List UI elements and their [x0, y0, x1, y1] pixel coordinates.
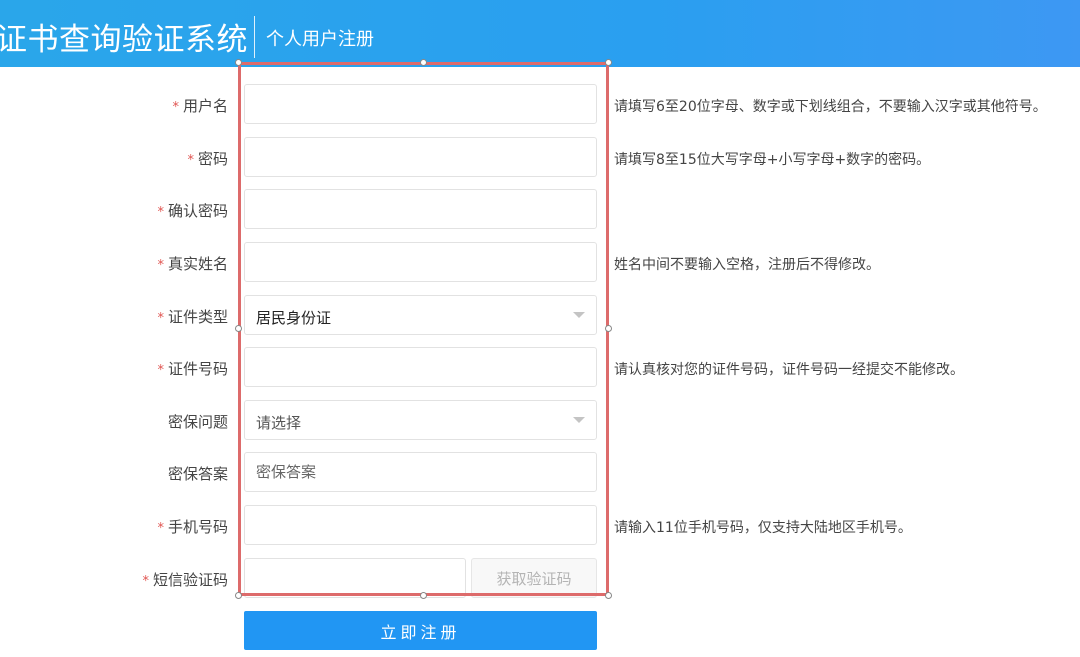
required-mark: * [157, 521, 164, 536]
confirm-password-field[interactable] [244, 189, 597, 229]
header-divider [254, 16, 255, 58]
real-name-input[interactable] [245, 243, 596, 281]
security-question-select[interactable]: 请选择 [244, 400, 597, 440]
required-mark: * [172, 100, 179, 115]
password-label: * 密码 [187, 150, 228, 168]
id-type-label: * 证件类型 [157, 308, 228, 326]
sms-code-input[interactable] [245, 559, 465, 597]
security-answer-field[interactable] [244, 452, 597, 492]
sms-code-label: * 短信验证码 [142, 571, 228, 589]
id-number-label: * 证件号码 [157, 360, 228, 378]
password-field[interactable] [244, 137, 597, 177]
required-mark: * [187, 153, 194, 168]
app-title: 证书查询验证系统 [0, 22, 248, 58]
id-type-select[interactable]: 居民身份证 [244, 295, 597, 335]
register-button[interactable]: 立即注册 [244, 611, 597, 650]
password-hint: 请填写8至15位大写字母+小写字母+数字的密码。 [614, 152, 931, 168]
resize-handle-top[interactable] [420, 59, 427, 66]
id-number-input[interactable] [245, 348, 596, 386]
required-mark: * [142, 574, 149, 589]
get-sms-code-button[interactable]: 获取验证码 [471, 558, 597, 598]
id-type-value: 居民身份证 [256, 309, 332, 327]
confirm-password-input[interactable] [245, 190, 596, 228]
password-input[interactable] [245, 138, 596, 176]
username-input[interactable] [245, 85, 596, 123]
required-mark: * [157, 205, 164, 220]
required-mark: * [157, 258, 164, 273]
required-mark: * [157, 311, 164, 326]
caret-down-icon [573, 312, 585, 318]
confirm-password-label: * 确认密码 [157, 202, 228, 220]
resize-handle-bottom[interactable] [420, 592, 427, 599]
username-label: * 用户名 [172, 97, 228, 115]
phone-input[interactable] [245, 506, 596, 544]
page-title: 个人用户注册 [266, 29, 374, 50]
resize-handle-left[interactable] [235, 325, 242, 332]
security-answer-label: 密保答案 [167, 465, 228, 483]
phone-field[interactable] [244, 505, 597, 545]
resize-handle-bottom-right[interactable] [605, 592, 612, 599]
app-header: 证书查询验证系统 个人用户注册 [0, 0, 1080, 67]
resize-handle-top-right[interactable] [605, 59, 612, 66]
resize-handle-bottom-left[interactable] [235, 592, 242, 599]
phone-label: * 手机号码 [157, 518, 228, 536]
id-number-field[interactable] [244, 347, 597, 387]
security-question-placeholder: 请选择 [256, 414, 302, 432]
resize-handle-top-left[interactable] [235, 59, 242, 66]
real-name-field[interactable] [244, 242, 597, 282]
real-name-hint: 姓名中间不要输入空格，注册后不得修改。 [614, 257, 880, 273]
username-hint: 请填写6至20位字母、数字或下划线组合，不要输入汉字或其他符号。 [614, 99, 1047, 115]
security-question-label: 密保问题 [167, 413, 228, 431]
sms-code-field[interactable] [244, 558, 466, 598]
real-name-label: * 真实姓名 [157, 255, 228, 273]
caret-down-icon [573, 417, 585, 423]
username-field[interactable] [244, 84, 597, 124]
resize-handle-right[interactable] [605, 325, 612, 332]
phone-hint: 请输入11位手机号码，仅支持大陆地区手机号。 [614, 520, 912, 536]
id-number-hint: 请认真核对您的证件号码，证件号码一经提交不能修改。 [614, 362, 964, 378]
security-answer-input[interactable] [245, 453, 596, 491]
required-mark: * [157, 363, 164, 378]
